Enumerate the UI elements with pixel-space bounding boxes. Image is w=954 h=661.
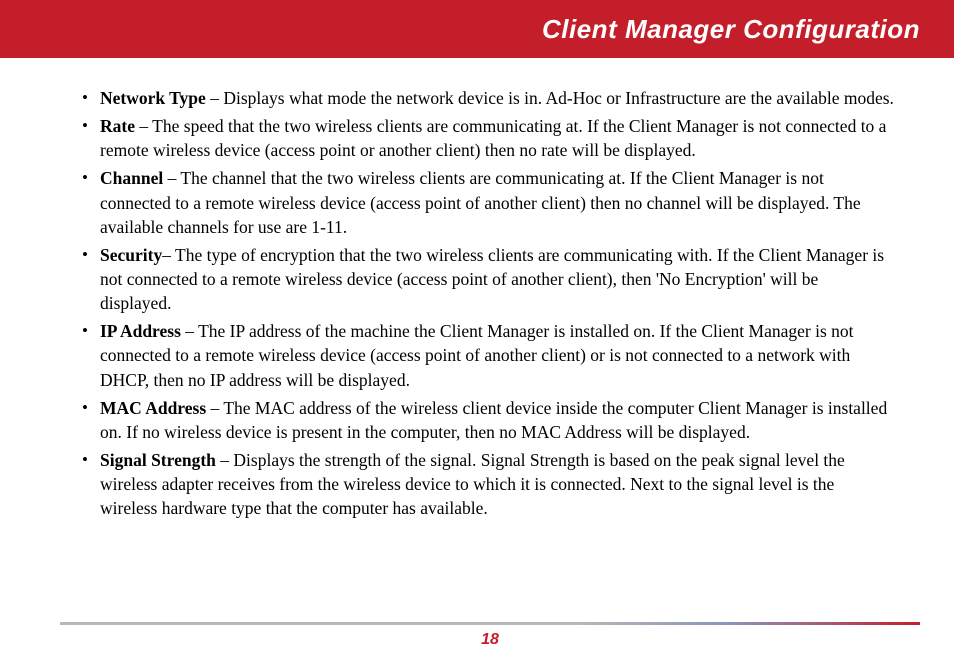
list-item: Signal Strength – Displays the strength … <box>80 448 894 520</box>
sep: – <box>181 321 198 341</box>
definition-list: Network Type – Displays what mode the ne… <box>80 86 894 520</box>
page-number: 18 <box>60 631 920 649</box>
list-item: Network Type – Displays what mode the ne… <box>80 86 894 110</box>
term: Security <box>100 245 162 265</box>
term: Signal Strength <box>100 450 216 470</box>
list-item: Channel – The channel that the two wirel… <box>80 166 894 238</box>
list-item: Security– The type of encryption that th… <box>80 243 894 315</box>
term: Channel <box>100 168 163 188</box>
desc: The channel that the two wireless client… <box>100 168 861 236</box>
content-area: Network Type – Displays what mode the ne… <box>0 58 954 520</box>
sep: – <box>206 398 223 418</box>
term: MAC Address <box>100 398 206 418</box>
desc: The speed that the two wireless clients … <box>100 116 886 160</box>
sep: – <box>162 245 175 265</box>
sep: – <box>135 116 152 136</box>
footer-divider <box>60 622 920 625</box>
desc: The IP address of the machine the Client… <box>100 321 854 389</box>
sep: – <box>163 168 180 188</box>
header-band: Client Manager Configuration <box>0 0 954 58</box>
term: Rate <box>100 116 135 136</box>
desc: The type of encryption that the two wire… <box>100 245 884 313</box>
page-title: Client Manager Configuration <box>542 14 920 45</box>
list-item: IP Address – The IP address of the machi… <box>80 319 894 391</box>
term: Network Type <box>100 88 206 108</box>
list-item: MAC Address – The MAC address of the wir… <box>80 396 894 444</box>
footer: 18 <box>60 622 920 649</box>
desc: Displays what mode the network device is… <box>223 88 894 108</box>
term: IP Address <box>100 321 181 341</box>
sep: – <box>216 450 234 470</box>
sep: – <box>206 88 224 108</box>
list-item: Rate – The speed that the two wireless c… <box>80 114 894 162</box>
